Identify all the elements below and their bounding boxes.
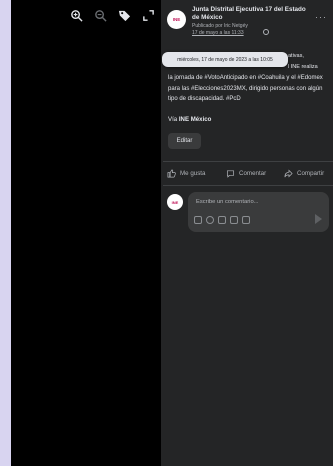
share-label: Compartir [297,170,325,177]
post-text: la jornada de #VotoAnticipado en #Coahui… [168,75,323,102]
post-author[interactable]: Junta Distrital Ejecutiva 17 del Estado … [192,6,312,22]
post-date-link[interactable]: 17 de mayo a las 11:33 [192,30,244,36]
zoom-in-icon[interactable] [69,8,83,22]
post-text-partial: ativas, l INE realiza [288,52,318,73]
like-label: Me gusta [180,170,206,177]
viewer-toolbar [69,8,155,22]
tag-icon[interactable] [117,8,131,22]
edit-button[interactable]: Editar [168,133,201,149]
left-strip [0,0,11,466]
like-button[interactable]: Me gusta [167,169,205,178]
zoom-out-icon[interactable] [93,8,107,22]
camera-icon[interactable] [218,216,226,224]
via-link[interactable]: INE México [179,116,212,123]
fullscreen-icon[interactable] [141,8,155,22]
via-prefix: Vía [168,116,178,123]
avatar-sticker-icon[interactable] [242,216,250,224]
comment-button[interactable]: Comentar [226,169,266,178]
post-via: Vía INE México [168,116,211,123]
emoji-icon[interactable] [206,216,214,224]
post-text-partial-line: l INE realiza [288,63,318,70]
more-options-button[interactable]: ··· [315,12,327,22]
thumbs-up-icon [167,169,176,178]
gif-icon[interactable] [230,216,238,224]
globe-icon [263,29,269,35]
date-tooltip: miércoles, 17 de mayo de 2023 a las 10:0… [162,52,288,67]
sticker-icon[interactable] [194,216,202,224]
share-button[interactable]: Compartir [284,169,324,178]
send-icon[interactable] [315,214,322,224]
photo-viewer [11,0,161,466]
post-actions: Me gusta Comentar Compartir [165,169,333,181]
post-text-partial-line: ativas, [288,53,304,59]
comment-tools [194,216,250,224]
post-header: INE Junta Distrital Ejecutiva 17 del Est… [167,6,329,50]
comment-input[interactable]: Escribe un comentario... [188,192,329,232]
divider [163,185,333,186]
published-by[interactable]: Publicado por Iric Netgéy [192,23,248,29]
commenter-avatar: INE [167,194,183,210]
page-avatar[interactable]: INE [167,10,186,29]
comment-placeholder: Escribe un comentario... [196,199,259,205]
comment-icon [226,170,235,178]
share-icon [284,169,293,178]
comment-label: Comentar [239,170,267,177]
divider [163,161,333,162]
